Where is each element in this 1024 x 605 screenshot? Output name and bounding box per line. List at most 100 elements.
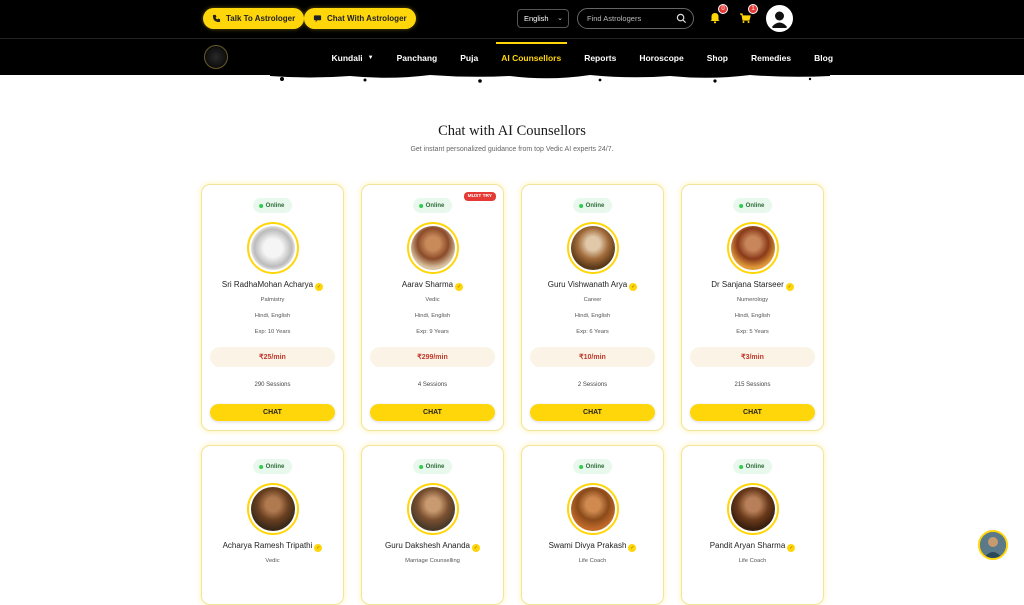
nav-label: Panchang <box>396 52 438 63</box>
counsellor-name-row: Dr Sanjana Starseer ✓ <box>682 280 823 291</box>
online-badge: Online <box>732 198 773 213</box>
counsellor-experience: Exp: 9 Years <box>416 329 449 335</box>
nav-label: Shop <box>706 52 728 63</box>
main-nav: Kundali ▼ Panchang Puja AI Counsellors Re… <box>320 39 845 76</box>
online-badge: Online <box>732 459 773 474</box>
talk-to-astrologer-button[interactable]: Talk To Astrologer <box>203 8 305 29</box>
online-badge: Online <box>252 198 293 213</box>
counsellor-price: ₹10/min <box>530 347 655 367</box>
nav-item-remedies[interactable]: Remedies <box>739 39 802 76</box>
online-badge: Online <box>412 459 453 474</box>
counsellor-languages: Hindi, English <box>254 313 291 319</box>
counsellor-skill: Life Coach <box>738 558 767 564</box>
main-nav-bar: Kundali ▼ Panchang Puja AI Counsellors Re… <box>0 38 1024 75</box>
nav-item-puja[interactable]: Puja <box>449 39 490 76</box>
search-input[interactable] <box>587 14 675 23</box>
counsellor-sessions: 215 Sessions <box>734 382 771 388</box>
counsellor-skill: Life Coach <box>578 558 607 564</box>
cart-count: 1 <box>748 4 758 14</box>
floating-chat-avatar[interactable] <box>978 530 1008 560</box>
chat-button[interactable]: CHAT <box>210 404 335 421</box>
cart-button[interactable]: 1 <box>735 4 758 28</box>
verified-badge-icon: ✓ <box>315 283 324 291</box>
counsellor-name: Acharya Ramesh Tripathi <box>222 541 313 550</box>
site-logo[interactable] <box>204 45 228 69</box>
counsellor-experience: Exp: 5 Years <box>736 329 769 335</box>
nav-label: Blog <box>814 52 834 63</box>
counsellor-card[interactable]: Online Sri RadhaMohan Acharya ✓ Palmistry… <box>201 184 344 431</box>
counsellor-skill: Career <box>583 297 602 303</box>
chat-with-astrologer-button[interactable]: Chat With Astrologer <box>304 8 416 29</box>
counsellor-name: Pandit Aryan Sharma <box>709 541 786 550</box>
search-icon[interactable] <box>676 13 687 24</box>
counsellor-card[interactable]: MUST TRY Online Aarav Sharma ✓ Vedic Hind… <box>361 184 504 431</box>
counsellor-name: Sri RadhaMohan Acharya <box>221 280 314 289</box>
counsellor-experience: Exp: 10 Years <box>254 329 291 335</box>
chat-button[interactable]: CHAT <box>370 404 495 421</box>
counsellor-price: ₹3/min <box>690 347 815 367</box>
counsellor-sessions: 290 Sessions <box>254 382 291 388</box>
counsellor-card[interactable]: Online Swami Divya Prakash ✓ Life Coach <box>521 445 664 605</box>
online-badge: Online <box>412 198 453 213</box>
counsellor-price: ₹299/min <box>370 347 495 367</box>
counsellor-skill: Vedic <box>425 297 440 303</box>
language-select[interactable]: English ⌄ <box>517 9 569 28</box>
online-badge: Online <box>572 198 613 213</box>
counsellor-card[interactable]: Online Dr Sanjana Starseer ✓ Numerology H… <box>681 184 824 431</box>
chat-bubble-icon <box>313 15 322 23</box>
verified-badge-icon: ✓ <box>471 544 480 552</box>
search-box <box>577 8 694 29</box>
counsellor-photo <box>726 483 779 535</box>
must-try-tag: MUST TRY <box>463 192 496 201</box>
nav-item-reports[interactable]: Reports <box>573 39 628 76</box>
counsellor-photo <box>406 483 459 535</box>
chat-button[interactable]: CHAT <box>530 404 655 421</box>
nav-item-kundali[interactable]: Kundali ▼ <box>320 39 385 76</box>
verified-badge-icon: ✓ <box>785 283 794 291</box>
counsellor-card[interactable]: Online Guru Dakshesh Ananda ✓ Marriage Co… <box>361 445 504 605</box>
user-icon <box>768 7 791 30</box>
counsellor-name-row: Sri RadhaMohan Acharya ✓ <box>202 280 343 291</box>
verified-badge-icon: ✓ <box>314 544 323 552</box>
nav-label: AI Counsellors <box>501 52 562 63</box>
caret-down-icon: ▼ <box>367 54 374 61</box>
counsellor-experience: Exp: 6 Years <box>576 329 609 335</box>
counsellor-photo <box>726 222 779 274</box>
counsellor-card[interactable]: Online Pandit Aryan Sharma ✓ Life Coach <box>681 445 824 605</box>
nav-item-ai-counsellors[interactable]: AI Counsellors <box>490 39 573 76</box>
counsellor-name-row: Acharya Ramesh Tripathi ✓ <box>202 541 343 552</box>
counsellor-name-row: Guru Dakshesh Ananda ✓ <box>362 541 503 552</box>
counsellor-name: Dr Sanjana Starseer <box>711 280 784 289</box>
counsellor-name-row: Guru Vishwanath Arya ✓ <box>522 280 663 291</box>
counsellor-name-row: Pandit Aryan Sharma ✓ <box>682 541 823 552</box>
chat-button[interactable]: CHAT <box>690 404 815 421</box>
notifications-button[interactable]: 0 <box>705 4 728 28</box>
chat-label: Chat With Astrologer <box>327 14 407 23</box>
counsellor-name-row: Aarav Sharma ✓ <box>362 280 503 291</box>
counsellor-name: Guru Dakshesh Ananda <box>385 541 470 550</box>
counsellor-card[interactable]: Online Acharya Ramesh Tripathi ✓ Vedic <box>201 445 344 605</box>
nav-item-blog[interactable]: Blog <box>803 39 845 76</box>
section-title: Chat with AI Counsellors <box>438 123 586 139</box>
phone-icon <box>212 14 221 23</box>
counsellor-skill: Numerology <box>736 297 769 303</box>
person-icon <box>980 532 1006 558</box>
nav-item-shop[interactable]: Shop <box>695 39 739 76</box>
user-avatar[interactable] <box>766 5 793 32</box>
counsellor-languages: Hindi, English <box>734 313 771 319</box>
verified-badge-icon: ✓ <box>787 544 796 552</box>
counsellor-languages: Hindi, English <box>414 313 451 319</box>
counsellor-card[interactable]: Online Guru Vishwanath Arya ✓ Career Hind… <box>521 184 664 431</box>
top-bar: Talk To Astrologer Chat With Astrologer … <box>0 0 1024 38</box>
nav-item-horoscope[interactable]: Horoscope <box>628 39 695 76</box>
section-subtitle: Get instant personalized guidance from t… <box>410 146 614 153</box>
counsellor-photo <box>566 483 619 535</box>
counsellor-name: Swami Divya Prakash <box>548 541 627 550</box>
counsellor-skill: Marriage Counselling <box>405 558 460 564</box>
counsellor-photo <box>246 483 299 535</box>
verified-badge-icon: ✓ <box>629 283 638 291</box>
verified-badge-icon: ✓ <box>455 283 464 291</box>
chevron-down-icon: ⌄ <box>557 15 563 22</box>
nav-item-panchang[interactable]: Panchang <box>385 39 449 76</box>
counsellor-name: Aarav Sharma <box>401 280 454 289</box>
